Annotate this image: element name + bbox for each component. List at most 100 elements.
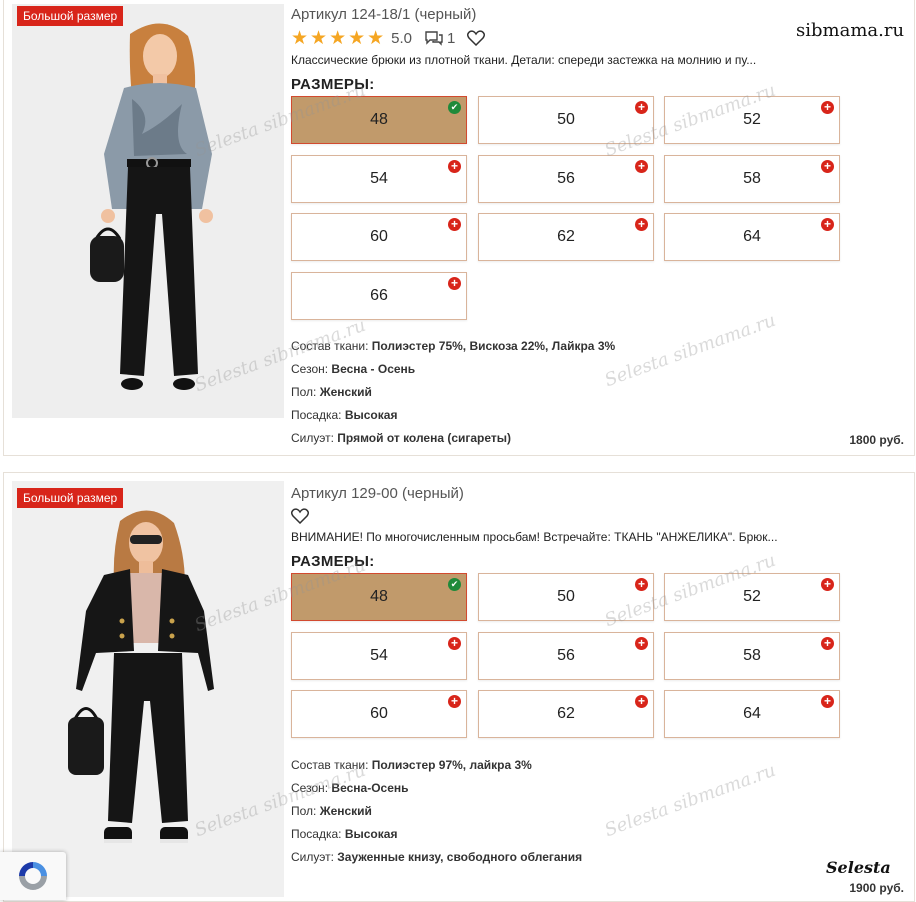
add-icon[interactable]: +	[821, 695, 834, 708]
reviews-count: 1	[447, 29, 456, 47]
size-value: 52	[743, 588, 761, 605]
size-value: 64	[743, 705, 761, 722]
size-value: 60	[370, 705, 388, 722]
size-option[interactable]: 62 +	[478, 213, 654, 261]
size-option[interactable]: 62 +	[478, 690, 654, 738]
size-value: 66	[370, 287, 388, 304]
size-option[interactable]: 60 +	[291, 690, 467, 738]
recaptcha-badge[interactable]	[0, 852, 66, 900]
product-photo[interactable]: Большой размер	[12, 481, 284, 897]
product-specs: Состав ткани: Полиэстер 75%, Вискоза 22%…	[291, 335, 615, 450]
size-value: 52	[743, 111, 761, 128]
product-card[interactable]: Большой размер Артикул 129-00 (черный) В…	[3, 472, 915, 902]
size-value: 62	[557, 705, 575, 722]
add-icon[interactable]: +	[821, 160, 834, 173]
add-icon[interactable]: +	[635, 101, 648, 114]
favorite-button[interactable]	[467, 30, 486, 46]
product-specs: Состав ткани: Полиэстер 97%, лайкра 3% С…	[291, 754, 582, 869]
brand-watermark: Selesta	[826, 858, 891, 877]
size-option[interactable]: 50 +	[478, 573, 654, 621]
size-value: 56	[557, 647, 575, 664]
model-photo-illustration	[12, 481, 284, 897]
sizes-heading: РАЗМЕРЫ:	[291, 553, 375, 570]
size-value: 50	[557, 588, 575, 605]
rating-stars-icon[interactable]: ★★★★★	[291, 27, 386, 50]
favorite-button[interactable]	[291, 508, 309, 524]
comments-icon	[425, 31, 443, 46]
rating-row: ★★★★★ 5.0 1	[291, 27, 486, 50]
spec-fit: Посадка: Высокая	[291, 408, 398, 422]
size-value: 54	[370, 170, 388, 187]
spec-fit: Посадка: Высокая	[291, 827, 398, 841]
add-icon[interactable]: +	[448, 637, 461, 650]
add-icon[interactable]: +	[821, 218, 834, 231]
size-value: 62	[557, 228, 575, 245]
spec-season: Сезон: Весна - Осень	[291, 362, 416, 376]
spec-silhouette: Силуэт: Зауженные книзу, свободного обле…	[291, 850, 583, 864]
size-option[interactable]: 58 +	[664, 155, 840, 203]
large-size-badge: Большой размер	[17, 488, 124, 508]
size-option[interactable]: 58 +	[664, 632, 840, 680]
spec-season: Сезон: Весна-Осень	[291, 781, 409, 795]
size-option[interactable]: 64 +	[664, 690, 840, 738]
add-icon[interactable]: +	[448, 695, 461, 708]
spec-gender: Пол: Женский	[291, 804, 372, 818]
size-value: 48	[370, 111, 388, 128]
spec-fabric: Состав ткани: Полиэстер 75%, Вискоза 22%…	[291, 339, 616, 353]
size-value: 64	[743, 228, 761, 245]
reviews-link[interactable]: 1	[424, 30, 455, 47]
size-option[interactable]: 56 +	[478, 632, 654, 680]
product-info: Артикул 129-00 (черный) ВНИМАНИЕ! По мно…	[291, 473, 914, 901]
heart-icon	[291, 508, 309, 524]
size-option-selected[interactable]: 48 ✔	[291, 573, 467, 621]
product-description: Классические брюки из плотной ткани. Дет…	[291, 53, 757, 67]
sizes-heading: РАЗМЕРЫ:	[291, 76, 375, 93]
size-option[interactable]: 50 +	[478, 96, 654, 144]
spec-fabric: Состав ткани: Полиэстер 97%, лайкра 3%	[291, 758, 532, 772]
size-option[interactable]: 54 +	[291, 632, 467, 680]
size-value: 58	[743, 647, 761, 664]
add-icon[interactable]: +	[635, 160, 648, 173]
add-icon[interactable]: +	[448, 218, 461, 231]
heart-icon	[467, 30, 486, 46]
product-photo[interactable]: Большой размер	[12, 4, 284, 418]
check-icon: ✔	[448, 578, 461, 591]
site-watermark: sibmama.ru	[796, 20, 905, 41]
add-icon[interactable]: +	[635, 637, 648, 650]
product-description: ВНИМАНИЕ! По многочисленным просьбам! Вс…	[291, 530, 778, 544]
size-value: 56	[557, 170, 575, 187]
product-price: 1900 руб.	[849, 881, 904, 895]
add-icon[interactable]: +	[448, 277, 461, 290]
add-icon[interactable]: +	[821, 637, 834, 650]
size-option[interactable]: 52 +	[664, 96, 840, 144]
product-price: 1800 руб.	[849, 433, 904, 447]
spec-silhouette: Силуэт: Прямой от колена (сигареты)	[291, 431, 512, 445]
model-photo-illustration	[12, 4, 284, 418]
size-option[interactable]: 64 +	[664, 213, 840, 261]
size-option[interactable]: 52 +	[664, 573, 840, 621]
size-value: 54	[370, 647, 388, 664]
check-icon: ✔	[448, 101, 461, 114]
add-icon[interactable]: +	[448, 160, 461, 173]
add-icon[interactable]: +	[635, 695, 648, 708]
add-icon[interactable]: +	[635, 218, 648, 231]
product-card[interactable]: Большой размер Артикул 124-18/1 (черный)…	[3, 0, 915, 456]
add-icon[interactable]: +	[635, 578, 648, 591]
size-value: 50	[557, 111, 575, 128]
product-info: Артикул 124-18/1 (черный) ★★★★★ 5.0 1 Кл…	[291, 0, 914, 455]
add-icon[interactable]: +	[821, 101, 834, 114]
size-value: 48	[370, 588, 388, 605]
large-size-badge: Большой размер	[17, 6, 124, 26]
size-option[interactable]: 66 +	[291, 272, 467, 320]
rating-value: 5.0	[391, 29, 413, 47]
add-icon[interactable]: +	[821, 578, 834, 591]
recaptcha-icon	[19, 862, 47, 890]
size-option[interactable]: 54 +	[291, 155, 467, 203]
product-title[interactable]: Артикул 129-00 (черный)	[291, 485, 464, 502]
spec-gender: Пол: Женский	[291, 385, 372, 399]
size-option[interactable]: 56 +	[478, 155, 654, 203]
size-value: 58	[743, 170, 761, 187]
product-title[interactable]: Артикул 124-18/1 (черный)	[291, 6, 476, 23]
size-option[interactable]: 60 +	[291, 213, 467, 261]
size-option-selected[interactable]: 48 ✔	[291, 96, 467, 144]
